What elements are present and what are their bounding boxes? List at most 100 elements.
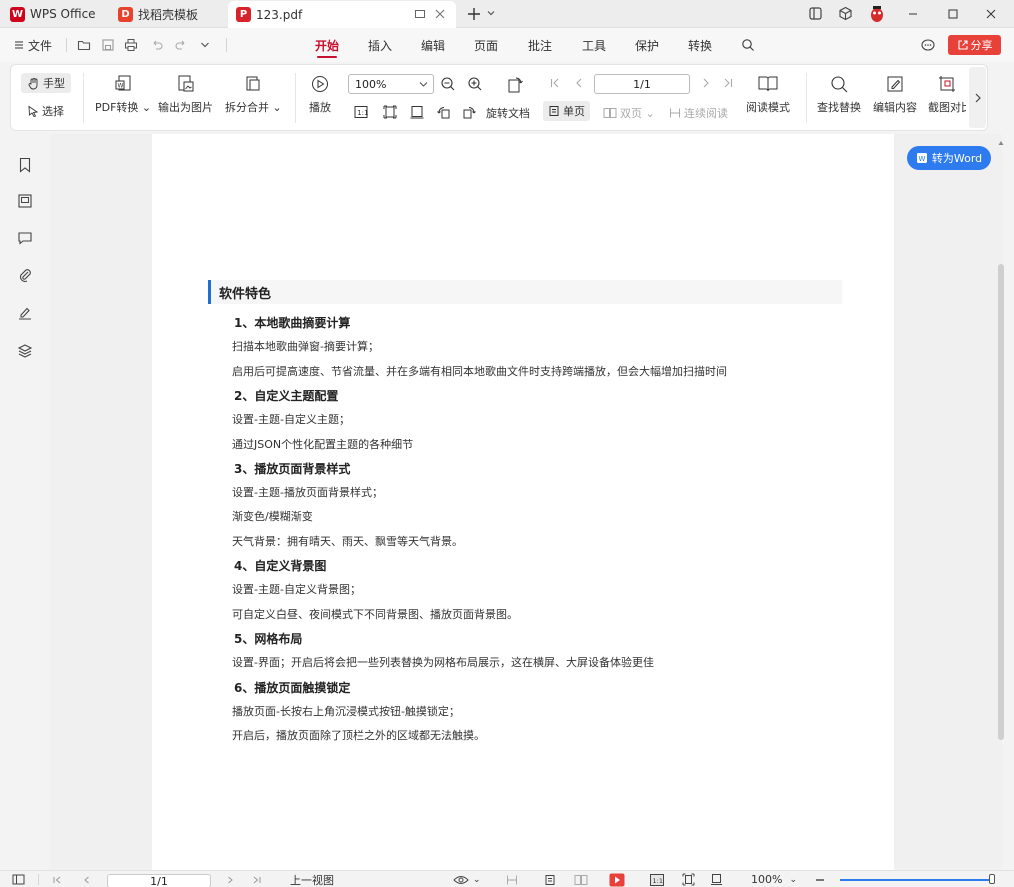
- first-page-icon[interactable]: [549, 77, 561, 89]
- svg-text:1:1: 1:1: [357, 109, 368, 117]
- new-tab-icon[interactable]: [466, 6, 482, 22]
- tab-template[interactable]: D 找稻壳模板: [118, 0, 198, 28]
- eye-icon[interactable]: [453, 871, 469, 887]
- rotate-left-icon[interactable]: [436, 104, 452, 120]
- play-icon[interactable]: [609, 871, 625, 887]
- close-window-button[interactable]: [976, 0, 1006, 28]
- actual-size-icon[interactable]: 1:1: [650, 871, 664, 887]
- maximize-button[interactable]: [938, 0, 968, 28]
- menu-start[interactable]: 开始: [315, 28, 339, 62]
- actual-size-icon[interactable]: 1:1: [353, 104, 369, 120]
- save-icon[interactable]: [101, 38, 115, 52]
- mascot-avatar-icon[interactable]: [869, 5, 885, 23]
- fit-page-icon[interactable]: [682, 871, 695, 887]
- page-number-input[interactable]: 1/1: [594, 74, 690, 94]
- edit-content-button[interactable]: 编辑内容: [873, 73, 917, 115]
- search-icon[interactable]: [741, 38, 755, 52]
- layout-icon[interactable]: [808, 6, 823, 21]
- pdf-convert-button[interactable]: W PDF转换 ⌄: [95, 73, 151, 115]
- undo-icon[interactable]: [150, 38, 164, 52]
- open-folder-icon[interactable]: [77, 38, 91, 52]
- redo-icon[interactable]: [174, 38, 188, 52]
- menu-annotate[interactable]: 批注: [528, 28, 552, 62]
- tab-pdf-document[interactable]: P 123.pdf: [228, 1, 456, 28]
- double-page-button[interactable]: 双页 ⌄: [603, 105, 655, 121]
- zoom-select[interactable]: 100%: [348, 74, 434, 94]
- last-page-icon[interactable]: [722, 77, 734, 89]
- single-page-icon[interactable]: [544, 871, 556, 887]
- continuous-icon[interactable]: [506, 871, 518, 887]
- share-icon: [957, 39, 969, 51]
- menu-protect[interactable]: 保护: [635, 28, 659, 62]
- thumbnail-icon[interactable]: [16, 192, 34, 210]
- zoom-slider-handle[interactable]: [989, 874, 995, 884]
- comment-icon[interactable]: [16, 229, 34, 247]
- screenshot-compare-button[interactable]: 截图对比: [928, 73, 966, 115]
- layers-icon[interactable]: [16, 342, 34, 360]
- cube-icon[interactable]: [838, 6, 853, 21]
- file-menu[interactable]: 文件: [14, 28, 52, 62]
- menu-tools[interactable]: 工具: [582, 28, 606, 62]
- single-page-button[interactable]: 单页: [543, 101, 590, 121]
- zoom-in-icon[interactable]: [467, 76, 483, 92]
- chevron-down-icon[interactable]: [487, 9, 495, 17]
- find-replace-button[interactable]: 查找替换: [817, 73, 861, 115]
- chevron-down-icon[interactable]: ⌄: [473, 871, 481, 887]
- window-icon[interactable]: [414, 8, 426, 20]
- select-tool-button[interactable]: 选择: [27, 103, 64, 119]
- ribbon-scroll-right-button[interactable]: [969, 67, 986, 128]
- doc-paragraph: 设置-主题-自定义背景图；: [232, 583, 361, 597]
- rotate-doc-icon[interactable]: [505, 75, 525, 95]
- rotate-doc-button[interactable]: 旋转文档: [486, 105, 530, 121]
- hand-tool-button[interactable]: 手型: [21, 73, 71, 93]
- prev-page-icon[interactable]: [82, 871, 92, 887]
- close-tab-icon[interactable]: [434, 8, 446, 20]
- divider: [66, 38, 67, 52]
- sidebar-toggle-icon[interactable]: [12, 871, 25, 887]
- export-image-button[interactable]: 输出为图片: [158, 73, 213, 115]
- doc-paragraph: 开启后，播放页面除了顶栏之外的区域都无法触摸。: [232, 729, 485, 743]
- zoom-out-icon[interactable]: [815, 871, 825, 887]
- zoom-out-icon[interactable]: [440, 76, 456, 92]
- word-icon: W: [916, 152, 928, 164]
- zoom-slider[interactable]: [840, 879, 995, 881]
- scroll-up-icon[interactable]: [998, 140, 1004, 146]
- tab-wps-office[interactable]: W WPS Office: [10, 0, 96, 28]
- vertical-scrollbar[interactable]: [998, 264, 1004, 740]
- fit-page-icon[interactable]: [382, 104, 398, 120]
- convert-to-word-button[interactable]: W 转为Word: [907, 146, 991, 170]
- signature-icon[interactable]: [16, 304, 34, 322]
- previous-view-button[interactable]: 上一视图: [290, 871, 334, 887]
- minimize-button[interactable]: [898, 0, 928, 28]
- status-zoom-select[interactable]: 100% ⌄: [751, 871, 797, 887]
- continuous-read-button[interactable]: 连续阅读: [669, 105, 728, 121]
- fit-width-icon[interactable]: [409, 104, 425, 120]
- status-page-input[interactable]: 1/1: [107, 874, 211, 887]
- attachment-icon[interactable]: [16, 266, 34, 284]
- doc-heading: 5、网格布局: [234, 631, 303, 646]
- fit-width-icon[interactable]: [710, 871, 723, 887]
- rotate-right-icon[interactable]: [461, 104, 477, 120]
- last-page-icon[interactable]: [252, 871, 262, 887]
- menu-convert[interactable]: 转换: [688, 28, 712, 62]
- double-page-icon[interactable]: [574, 871, 588, 887]
- chevron-down-icon[interactable]: [200, 41, 210, 49]
- next-page-icon[interactable]: [225, 871, 235, 887]
- menu-insert[interactable]: 插入: [368, 28, 392, 62]
- print-icon[interactable]: [124, 38, 138, 52]
- message-icon[interactable]: [920, 37, 936, 53]
- share-button[interactable]: 分享: [948, 35, 1001, 55]
- svg-text:W: W: [918, 155, 925, 163]
- play-button[interactable]: 播放: [309, 73, 331, 115]
- search-icon: [829, 73, 849, 95]
- continuous-icon: [669, 107, 681, 119]
- read-mode-button[interactable]: 阅读模式: [746, 73, 790, 115]
- first-page-icon[interactable]: [52, 871, 62, 887]
- next-page-icon[interactable]: [700, 77, 712, 89]
- split-merge-button[interactable]: 拆分合并 ⌄: [225, 73, 282, 115]
- bookmark-icon[interactable]: [16, 156, 34, 174]
- document-view[interactable]: 软件特色 1、本地歌曲摘要计算 扫描本地歌曲弹窗-摘要计算； 启用后可提高速度、节省…: [50, 134, 1004, 870]
- menu-page[interactable]: 页面: [474, 28, 498, 62]
- menu-edit[interactable]: 编辑: [421, 28, 445, 62]
- prev-page-icon[interactable]: [573, 77, 585, 89]
